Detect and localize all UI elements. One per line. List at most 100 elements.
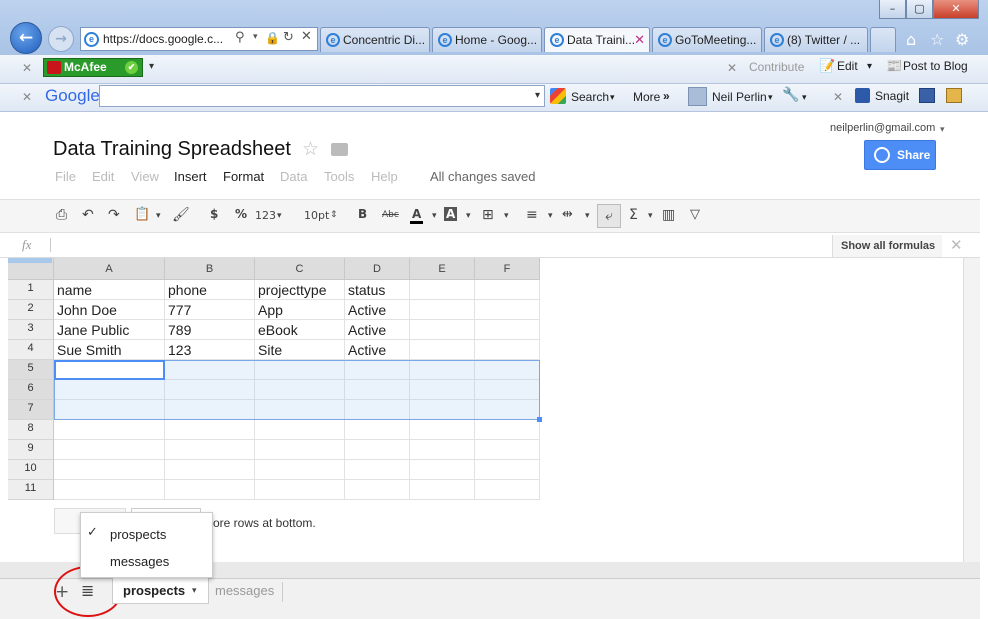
currency-button[interactable]: $ <box>210 207 218 221</box>
grid-cell[interactable] <box>475 340 540 360</box>
fill-color-button[interactable]: A <box>444 207 458 221</box>
grid-cell[interactable]: 789 <box>165 320 255 340</box>
freeze-handle[interactable] <box>8 258 52 263</box>
functions-button[interactable]: Σ <box>629 207 638 223</box>
row-header[interactable]: 6 <box>8 380 54 400</box>
snagit-button[interactable]: Snagit <box>875 89 909 103</box>
grid-cell[interactable] <box>410 420 475 440</box>
grid-cell[interactable] <box>410 480 475 500</box>
browser-tab[interactable]: e Concentric Di... <box>320 27 430 52</box>
close-window-button[interactable]: ✕ <box>933 0 979 19</box>
grid-cell[interactable]: Sue Smith <box>54 340 165 360</box>
grid-cell[interactable] <box>255 480 345 500</box>
mcafee-dropdown-icon[interactable]: ▾ <box>149 61 154 72</box>
address-bar[interactable]: e https://docs.google.c... ⚲ ▾ 🔒 ↻ ✕ <box>80 27 318 51</box>
close-toolbar-icon[interactable]: ✕ <box>22 90 32 104</box>
browser-tab[interactable]: e Home - Goog... <box>432 27 542 52</box>
grid-cell[interactable]: Jane Public <box>54 320 165 340</box>
percent-button[interactable]: % <box>235 207 247 221</box>
dropdown-arrow-icon[interactable]: ▾ <box>466 211 471 221</box>
undo-icon[interactable]: ↶ <box>82 207 94 223</box>
google-search-input[interactable]: ▾ <box>99 85 545 107</box>
grid-cell[interactable]: eBook <box>255 320 345 340</box>
dropdown-arrow-icon[interactable]: ▾ <box>768 92 773 103</box>
row-header[interactable]: 11 <box>8 480 54 500</box>
edit-dropdown-icon[interactable]: ▾ <box>867 61 872 72</box>
grid-cell[interactable]: phone <box>165 280 255 300</box>
sheet-tab-active[interactable]: prospects ▾ <box>112 578 209 604</box>
paste-icon[interactable]: 📋 <box>134 207 150 222</box>
grid-cell[interactable] <box>345 480 410 500</box>
grid-cell[interactable]: John Doe <box>54 300 165 320</box>
share-button[interactable]: Share <box>864 140 936 170</box>
dropdown-arrow-icon[interactable]: ▾ <box>504 211 509 221</box>
row-header[interactable]: 8 <box>8 420 54 440</box>
text-color-button[interactable]: A <box>410 207 424 224</box>
browser-tab-active[interactable]: e Data Traini... ✕ <box>544 27 650 52</box>
grid-cell[interactable]: Active <box>345 340 410 360</box>
grid-cell[interactable] <box>345 460 410 480</box>
grid-cell[interactable] <box>475 280 540 300</box>
menu-format[interactable]: Format <box>223 169 264 184</box>
dropdown-arrow-icon[interactable]: ▾ <box>610 92 615 103</box>
grid-cell[interactable] <box>475 440 540 460</box>
dropdown-arrow-icon[interactable]: ▾ <box>802 92 807 103</box>
user-email[interactable]: neilperlin@gmail.com <box>830 122 935 134</box>
refresh-icon[interactable]: ↻ <box>283 30 294 45</box>
grid-cell[interactable]: App <box>255 300 345 320</box>
grid-cell[interactable] <box>255 440 345 460</box>
grid-cell[interactable] <box>54 480 165 500</box>
column-header[interactable]: F <box>475 258 540 280</box>
dropdown-arrow-icon[interactable]: ▾ <box>585 211 590 221</box>
grid-cell[interactable] <box>165 460 255 480</box>
contribute-button[interactable]: Contribute <box>749 60 804 74</box>
more-button[interactable]: More <box>633 90 660 104</box>
column-header[interactable]: E <box>410 258 475 280</box>
row-header[interactable]: 10 <box>8 460 54 480</box>
strikethrough-button[interactable]: Abc <box>382 210 399 220</box>
dropdown-arrow-icon[interactable]: ▾ <box>156 211 161 221</box>
grid-cell[interactable]: projecttype <box>255 280 345 300</box>
dropdown-arrow-icon[interactable]: ▾ <box>277 211 282 221</box>
stop-icon[interactable]: ✕ <box>301 29 312 44</box>
grid-cell[interactable]: 123 <box>165 340 255 360</box>
grid-cell[interactable] <box>410 300 475 320</box>
close-tab-icon[interactable]: ✕ <box>634 28 645 52</box>
grid-cell[interactable] <box>410 440 475 460</box>
vertical-scrollbar[interactable] <box>963 258 980 578</box>
row-header[interactable]: 4 <box>8 340 54 360</box>
grid-cell[interactable] <box>165 480 255 500</box>
sheet-tab[interactable]: messages <box>215 583 274 598</box>
menu-tools[interactable]: Tools <box>324 169 354 184</box>
grid-cell[interactable] <box>410 340 475 360</box>
wrench-icon[interactable]: 🔧 <box>782 87 799 103</box>
snagit-capture-icon[interactable] <box>919 88 935 103</box>
close-toolbar-icon[interactable]: ✕ <box>833 90 843 104</box>
snagit-editor-icon[interactable] <box>946 88 962 103</box>
search-button[interactable]: Search <box>571 90 609 104</box>
insert-chart-icon[interactable]: ▥ <box>662 207 675 223</box>
row-header[interactable]: 2 <box>8 300 54 320</box>
grid-cell[interactable] <box>165 440 255 460</box>
column-header[interactable]: A <box>54 258 165 280</box>
redo-icon[interactable]: ↷ <box>108 207 120 223</box>
menu-item-prospects[interactable]: prospects <box>110 527 166 542</box>
grid-cell[interactable]: Site <box>255 340 345 360</box>
active-cell[interactable] <box>54 360 165 380</box>
grid-cell[interactable] <box>475 480 540 500</box>
grid-cell[interactable]: Active <box>345 320 410 340</box>
menu-help[interactable]: Help <box>371 169 398 184</box>
row-header[interactable]: 5 <box>8 360 54 380</box>
mcafee-button[interactable]: McAfee ✔ <box>43 58 143 77</box>
grid-cell[interactable]: name <box>54 280 165 300</box>
grid-cell[interactable] <box>255 460 345 480</box>
folder-icon[interactable] <box>331 143 348 156</box>
merge-cells-icon[interactable]: ⇹ <box>562 207 573 222</box>
favorites-star-icon[interactable]: ☆ <box>930 30 944 49</box>
grid-cell[interactable] <box>54 440 165 460</box>
menu-insert[interactable]: Insert <box>174 169 207 184</box>
number-format-button[interactable]: 123 <box>255 209 276 222</box>
menu-item-messages[interactable]: messages <box>110 554 169 569</box>
borders-icon[interactable]: ⊞ <box>482 207 494 223</box>
grid-cell[interactable] <box>475 420 540 440</box>
